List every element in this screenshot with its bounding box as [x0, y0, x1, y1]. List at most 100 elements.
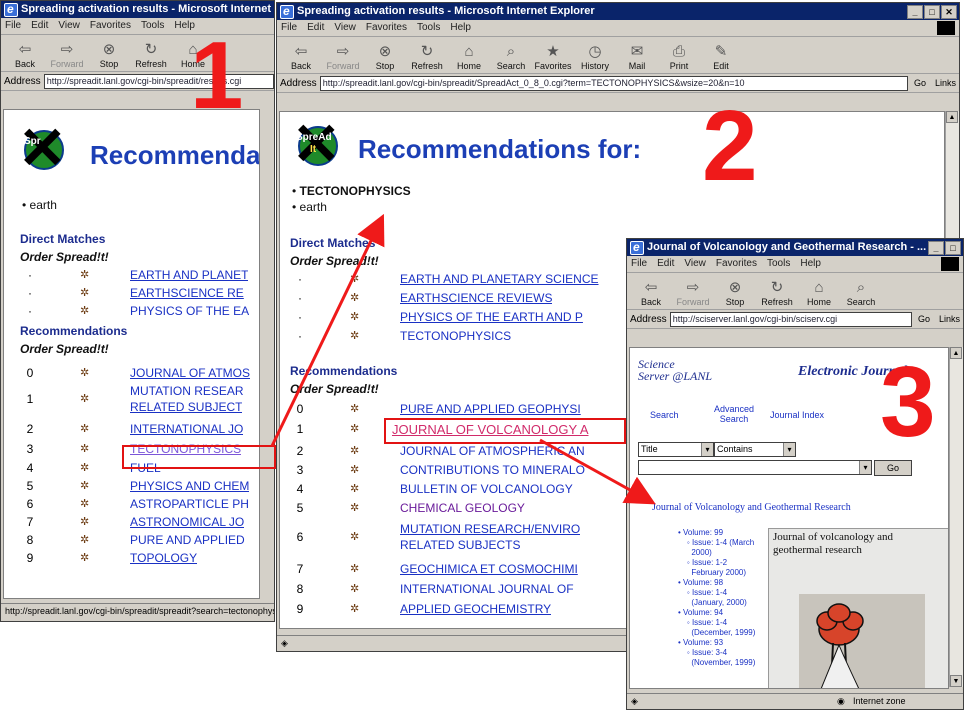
menu-edit[interactable]: Edit — [657, 256, 674, 272]
nav-journal-index[interactable]: Journal Index — [770, 410, 824, 420]
journal-link-cont[interactable]: RELATED SUBJECT — [130, 400, 242, 414]
journal-link[interactable]: PHYSICS AND CHEM — [130, 479, 249, 493]
journal-link[interactable]: GEOCHIMICA ET COSMOCHIMI — [400, 562, 578, 576]
links-button[interactable]: Links — [932, 78, 959, 88]
journal-link[interactable]: ASTROPARTICLE PH — [130, 497, 249, 511]
menu-view[interactable]: View — [684, 256, 706, 272]
menu-help[interactable]: Help — [800, 256, 821, 272]
journal-link[interactable]: BULLETIN OF VOLCANOLOGY — [400, 482, 573, 496]
volume-link[interactable]: Volume: 93 — [683, 638, 723, 647]
volume-link[interactable]: Volume: 99 — [683, 528, 723, 537]
journal-link[interactable]: TOPOLOGY — [130, 551, 197, 565]
go-button[interactable]: Go — [911, 78, 929, 88]
journal-link[interactable]: INTERNATIONAL JO — [130, 422, 243, 436]
go-button[interactable]: Go — [915, 314, 933, 324]
search-button[interactable]: ⌕ Search — [491, 43, 531, 73]
refresh-button[interactable]: ↻ Refresh — [131, 41, 171, 71]
nav-advanced-search[interactable]: Advanced Search — [714, 404, 754, 424]
journal-link[interactable]: EARTH AND PLANETARY SCIENCE — [400, 272, 599, 286]
volume-link[interactable]: Volume: 94 — [683, 608, 723, 617]
journal-link[interactable]: TECTONOPHYSICS — [400, 329, 511, 343]
favorites-button[interactable]: ★ Favorites — [533, 43, 573, 73]
menu-edit[interactable]: Edit — [307, 20, 324, 36]
journal-link[interactable]: INTERNATIONAL JOURNAL OF — [400, 582, 574, 596]
journal-link[interactable]: MUTATION RESEARCH/ENVIRO — [400, 522, 580, 536]
maximize-button[interactable]: □ — [945, 241, 961, 255]
menu-view[interactable]: View — [58, 18, 80, 34]
mail-button[interactable]: ✉ Mail — [617, 43, 657, 73]
scroll-up-icon[interactable]: ▲ — [946, 111, 958, 123]
maximize-button[interactable]: □ — [924, 5, 940, 19]
field-select[interactable]: Title — [638, 442, 714, 457]
journal-link[interactable]: PURE AND APPLIED — [130, 533, 245, 547]
back-button[interactable]: ⇦ Back — [281, 43, 321, 73]
issue-link[interactable]: Issue: 1-4 (March — [692, 538, 754, 547]
journal-link[interactable]: JOURNAL OF ATMOS — [130, 366, 250, 380]
menu-tools[interactable]: Tools — [767, 256, 790, 272]
search-button[interactable]: ⌕ Search — [841, 279, 881, 309]
menu-favorites[interactable]: Favorites — [90, 18, 131, 34]
menu-help[interactable]: Help — [450, 20, 471, 36]
issue-link[interactable]: Issue: 1-2 — [692, 558, 727, 567]
menu-tools[interactable]: Tools — [141, 18, 164, 34]
menu-favorites[interactable]: Favorites — [366, 20, 407, 36]
nav-search[interactable]: Search — [650, 410, 679, 420]
refresh-button[interactable]: ↻ Refresh — [407, 43, 447, 73]
journal-link[interactable]: EARTH AND PLANET — [130, 268, 248, 282]
title-bar[interactable]: Spreading activation results - Microsoft… — [1, 1, 274, 18]
journal-link[interactable]: JOURNAL OF ATMOSPHERIC AN — [400, 444, 585, 458]
forward-button[interactable]: ⇨ Forward — [673, 279, 713, 309]
journal-link[interactable]: MUTATION RESEAR — [130, 384, 244, 398]
forward-button[interactable]: ⇨ Forward — [323, 43, 363, 73]
scroll-down-icon[interactable]: ▼ — [950, 675, 962, 687]
journal-link[interactable]: PHYSICS OF THE EARTH AND P — [400, 310, 583, 324]
issue-date: (December, 1999) — [691, 628, 756, 637]
volume-link[interactable]: Volume: 98 — [683, 578, 723, 587]
title-bar[interactable]: Spreading activation results - Microsoft… — [277, 3, 959, 20]
issue-link[interactable]: Issue: 1-4 — [692, 618, 727, 627]
scroll-up-icon[interactable]: ▲ — [950, 347, 962, 359]
menu-edit[interactable]: Edit — [31, 18, 48, 34]
menu-view[interactable]: View — [334, 20, 356, 36]
journal-link[interactable]: ASTRONOMICAL JO — [130, 515, 244, 529]
search-input[interactable] — [638, 460, 872, 475]
address-input[interactable]: http://sciserver.lanl.gov/cgi-bin/sciser… — [669, 311, 912, 327]
history-button[interactable]: ◷ History — [575, 43, 615, 73]
minimize-button[interactable]: _ — [928, 241, 944, 255]
links-button[interactable]: Links — [936, 314, 963, 324]
home-button[interactable]: ⌂ Home — [799, 279, 839, 309]
go-button[interactable]: Go — [874, 460, 912, 476]
stop-button[interactable]: ⊗ Stop — [89, 41, 129, 71]
journal-link-cont[interactable]: RELATED SUBJECTS — [400, 538, 520, 552]
journal-link[interactable]: PHYSICS OF THE EA — [130, 304, 249, 318]
operator-select[interactable]: Contains — [714, 442, 796, 457]
menu-file[interactable]: File — [631, 256, 647, 272]
back-button[interactable]: ⇦ Back — [5, 41, 45, 71]
forward-button[interactable]: ⇨ Forward — [47, 41, 87, 71]
menu-file[interactable]: File — [281, 20, 297, 36]
refresh-button[interactable]: ↻ Refresh — [757, 279, 797, 309]
journal-link[interactable]: CHEMICAL GEOLOGY — [400, 501, 525, 515]
print-button[interactable]: ⎙ Print — [659, 43, 699, 73]
home-button[interactable]: ⌂ Home — [449, 43, 489, 73]
journal-link[interactable]: EARTHSCIENCE REVIEWS — [400, 291, 552, 305]
vertical-scrollbar[interactable]: ▲ ▼ — [949, 347, 963, 687]
journal-link[interactable]: APPLIED GEOCHEMISTRY — [400, 602, 551, 616]
stop-button[interactable]: ⊗ Stop — [715, 279, 755, 309]
journal-title-link[interactable]: Journal of Volcanology and Geothermal Re… — [652, 502, 851, 513]
issue-link[interactable]: Issue: 3-4 — [692, 648, 727, 657]
journal-link[interactable]: EARTHSCIENCE RE — [130, 286, 244, 300]
title-bar[interactable]: Journal of Volcanology and Geothermal Re… — [627, 239, 963, 256]
minimize-button[interactable]: _ — [907, 5, 923, 19]
edit-button[interactable]: ✎ Edit — [701, 43, 741, 73]
journal-link[interactable]: PURE AND APPLIED GEOPHYSI — [400, 402, 581, 416]
back-button[interactable]: ⇦ Back — [631, 279, 671, 309]
issue-link[interactable]: Issue: 1-4 — [692, 588, 727, 597]
close-button[interactable]: ✕ — [941, 5, 957, 19]
stop-button[interactable]: ⊗ Stop — [365, 43, 405, 73]
menu-file[interactable]: File — [5, 18, 21, 34]
menu-tools[interactable]: Tools — [417, 20, 440, 36]
menu-favorites[interactable]: Favorites — [716, 256, 757, 272]
address-input[interactable]: http://spreadit.lanl.gov/cgi-bin/spreadi… — [319, 75, 908, 91]
journal-link[interactable]: CONTRIBUTIONS TO MINERALO — [400, 463, 585, 477]
